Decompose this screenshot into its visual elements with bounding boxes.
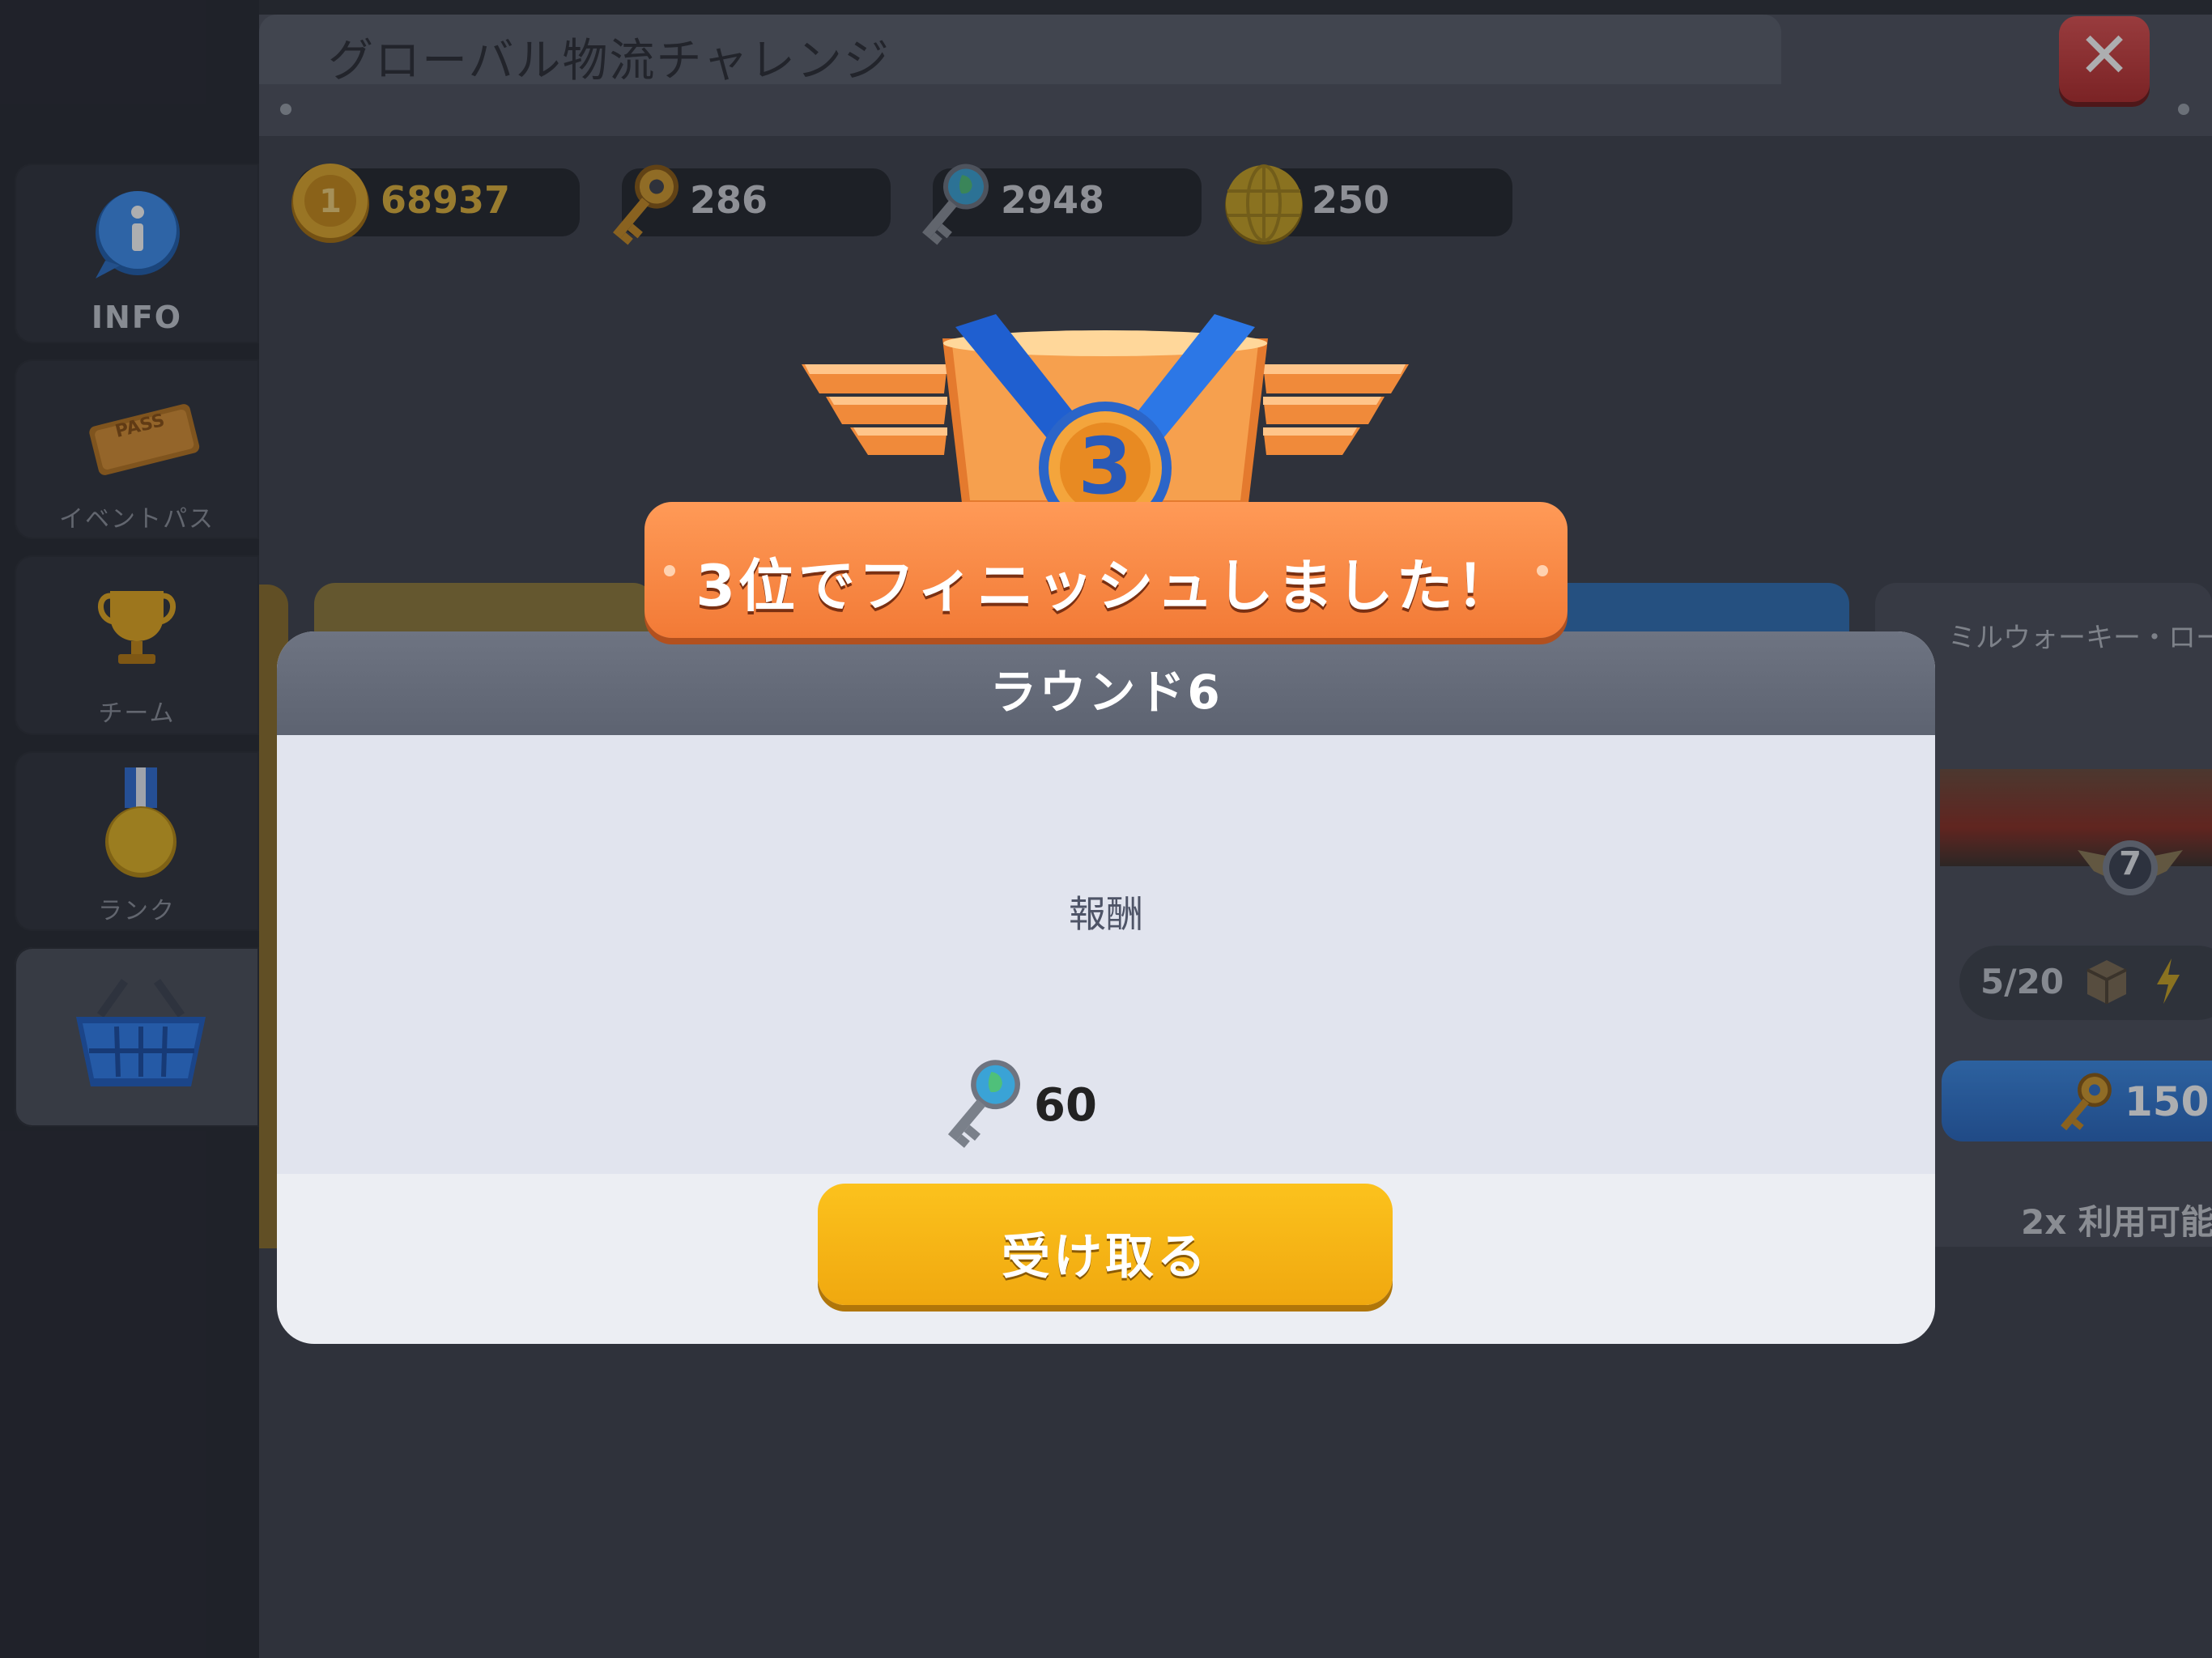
reward-label: 報酬 bbox=[1069, 892, 1143, 936]
finish-banner: 3位でフィニッシュしました！ bbox=[644, 502, 1568, 638]
finish-banner-text: 3位でフィニッシュしました！ bbox=[696, 553, 1516, 619]
claim-button[interactable]: 受け取る bbox=[818, 1184, 1393, 1305]
reward-modal: ラウンド6 報酬 60 受け取る bbox=[277, 631, 1935, 1344]
round-title: ラウンド6 bbox=[989, 665, 1223, 720]
modal-header: ラウンド6 bbox=[277, 631, 1935, 735]
globe-key-icon bbox=[947, 1060, 1020, 1148]
claim-button-label: 受け取る bbox=[1002, 1229, 1209, 1286]
place-badge-number: 3 bbox=[1078, 421, 1133, 512]
modal-body: 報酬 60 bbox=[277, 735, 1935, 1174]
reward-amount: 60 bbox=[1034, 1079, 1097, 1132]
